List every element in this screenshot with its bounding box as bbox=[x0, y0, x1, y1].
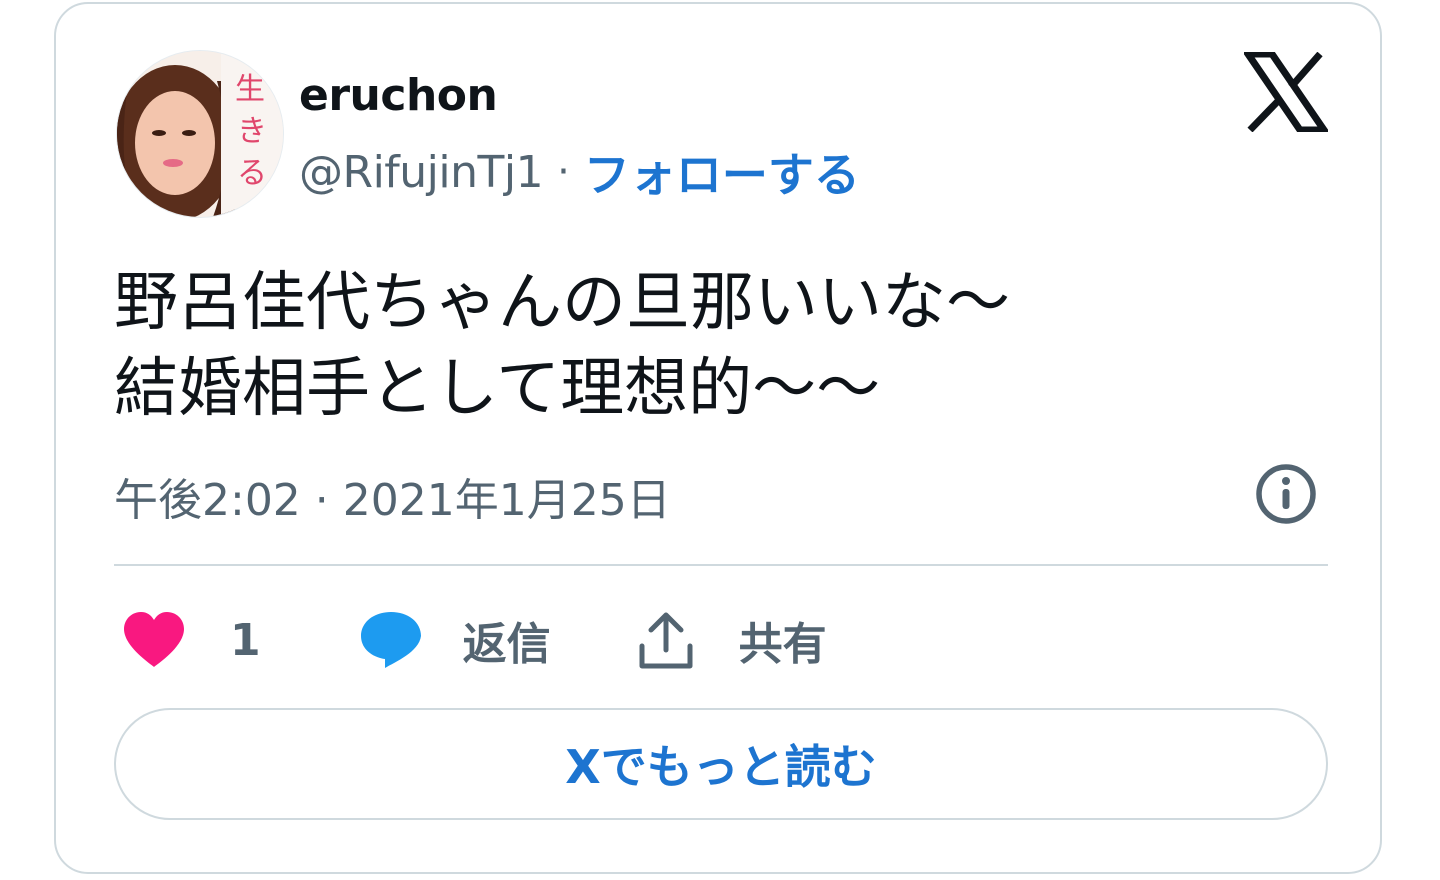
read-more-label: Xでもっと読む bbox=[565, 740, 877, 794]
speech-bubble-icon bbox=[360, 612, 421, 668]
tweet-line-1: 野呂佳代ちゃんの旦那いいな〜 bbox=[114, 266, 1010, 340]
action-bar: 1 返信 共有 bbox=[122, 600, 827, 680]
heart-icon bbox=[124, 612, 184, 667]
tweet-timestamp[interactable]: 午後2:02 · 2021年1月25日 bbox=[114, 464, 671, 528]
reply-button[interactable]: 返信 bbox=[359, 608, 551, 672]
read-more-button[interactable]: Xでもっと読む bbox=[114, 708, 1328, 820]
follow-link[interactable]: フォローする bbox=[584, 139, 860, 205]
avatar-text-1: 生 bbox=[235, 72, 265, 107]
author-name[interactable]: eruchon bbox=[299, 70, 498, 121]
avatar-text-2: き bbox=[237, 114, 267, 149]
x-logo-icon[interactable] bbox=[1241, 50, 1331, 134]
tweet-text: 野呂佳代ちゃんの旦那いいな〜 結婚相手として理想的〜〜 bbox=[114, 260, 1294, 432]
like-count: 1 bbox=[230, 614, 261, 666]
share-upload-icon bbox=[639, 612, 693, 669]
divider bbox=[114, 564, 1328, 566]
handle-row: @RifujinTj1 · フォローする bbox=[299, 139, 860, 205]
tweet-line-2: 結婚相手として理想的〜〜 bbox=[114, 352, 881, 426]
share-label: 共有 bbox=[738, 619, 827, 670]
share-button[interactable]: 共有 bbox=[637, 608, 827, 672]
like-button[interactable]: 1 bbox=[122, 611, 261, 669]
avatar[interactable]: 生 き る bbox=[116, 50, 284, 218]
avatar-image: 生 き る bbox=[117, 51, 283, 217]
separator-dot: · bbox=[557, 149, 570, 195]
author-handle[interactable]: @RifujinTj1 bbox=[299, 147, 544, 198]
tweet-card: 生 き る eruchon @RifujinTj1 · フォローする 野呂佳代ち… bbox=[54, 2, 1382, 874]
reply-label: 返信 bbox=[462, 619, 551, 670]
info-icon[interactable] bbox=[1254, 462, 1318, 526]
avatar-text-3: る bbox=[237, 156, 267, 191]
